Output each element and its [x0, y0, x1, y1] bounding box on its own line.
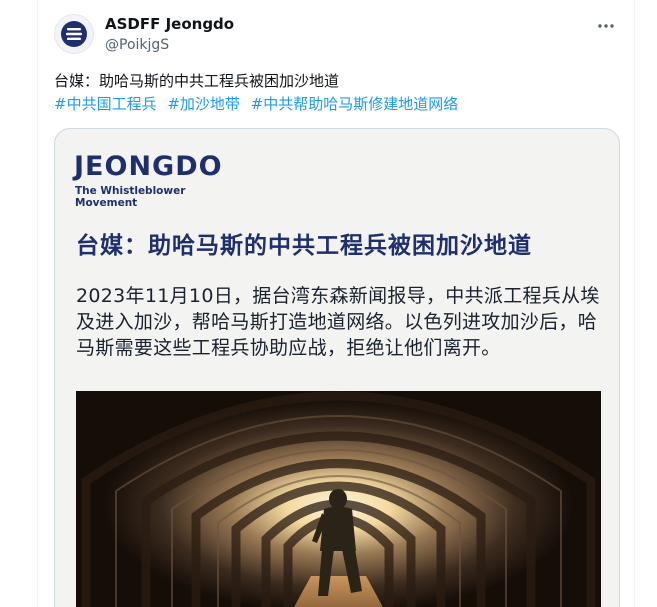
- media-card[interactable]: JEONGDO The Whistleblower Movement 台媒：助哈…: [54, 128, 620, 607]
- tunnel-image: [76, 391, 601, 607]
- hashtag-list: #中共国工程兵 #加沙地带 #中共帮助哈马斯修建地道网络: [54, 93, 620, 116]
- more-dots-icon: [598, 24, 614, 28]
- more-options-button[interactable]: [594, 14, 618, 38]
- hashtag-link[interactable]: #加沙地带: [167, 95, 240, 113]
- user-handle[interactable]: @PoikjgS: [105, 35, 169, 55]
- jeongdo-logo-icon: [61, 21, 87, 47]
- brand-tagline: The Whistleblower Movement: [75, 185, 186, 209]
- article-title: 台媒：助哈马斯的中共工程兵被困加沙地道: [76, 233, 532, 259]
- article-body: 2023年11月10日，据台湾东森新闻报导，中共派工程兵从埃及进入加沙，帮哈马斯…: [76, 285, 600, 359]
- hashtag-link[interactable]: #中共国工程兵: [54, 95, 157, 113]
- tunnel-photo: [76, 391, 601, 607]
- avatar[interactable]: [54, 14, 94, 54]
- tweet[interactable]: ASDFF Jeongdo @PoikjgS 台媒：助哈马斯的中共工程兵被困加沙…: [37, 0, 635, 607]
- tweet-text: 台媒：助哈马斯的中共工程兵被困加沙地道: [54, 72, 340, 90]
- brand-logo: JEONGDO: [74, 151, 223, 182]
- display-name[interactable]: ASDFF Jeongdo: [105, 14, 234, 34]
- hashtag-link[interactable]: #中共帮助哈马斯修建地道网络: [251, 95, 459, 113]
